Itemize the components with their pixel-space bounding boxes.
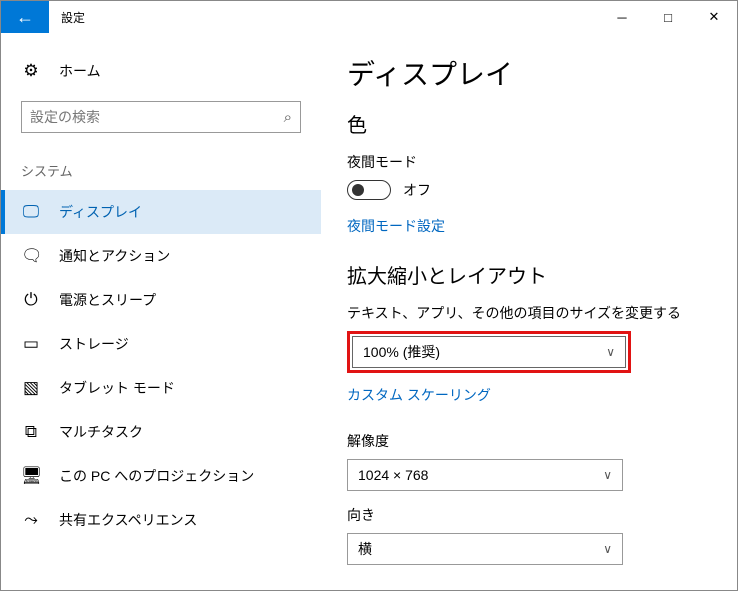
- back-button[interactable]: ←: [1, 1, 49, 33]
- resolution-dropdown[interactable]: 1024 × 768 ∨: [347, 459, 623, 491]
- main-content: ディスプレイ 色 夜間モード オフ 夜間モード設定 拡大縮小とレイアウト テキス…: [321, 33, 737, 590]
- search-box[interactable]: ⌕: [21, 101, 301, 133]
- sidebar-item-notifications[interactable]: 🗨 通知とアクション: [1, 234, 321, 278]
- sidebar-item-multitask[interactable]: ⧉ マルチタスク: [1, 410, 321, 454]
- share-icon: ⤳: [21, 510, 41, 530]
- sidebar-item-projection[interactable]: 🖥 この PC へのプロジェクション: [1, 454, 321, 498]
- close-button[interactable]: ✕: [691, 1, 737, 33]
- chevron-down-icon: ∨: [603, 468, 612, 482]
- titlebar: ← 設定 ─ □ ✕: [1, 1, 737, 33]
- notifications-icon: 🗨: [21, 246, 41, 266]
- night-light-settings-link[interactable]: 夜間モード設定: [347, 216, 445, 236]
- resolution-value: 1024 × 768: [358, 467, 428, 483]
- scale-dropdown[interactable]: 100% (推奨) ∨: [352, 336, 626, 368]
- scale-value: 100% (推奨): [363, 342, 440, 362]
- orientation-dropdown[interactable]: 横 ∨: [347, 533, 623, 565]
- sidebar-item-label: 共有エクスペリエンス: [59, 510, 197, 530]
- maximize-button[interactable]: □: [645, 1, 691, 33]
- sidebar-item-label: この PC へのプロジェクション: [59, 466, 254, 486]
- sidebar-item-storage[interactable]: ▭ ストレージ: [1, 322, 321, 366]
- power-icon: ⏻: [21, 290, 41, 310]
- sidebar-item-label: ディスプレイ: [59, 202, 142, 222]
- projection-icon: 🖥: [21, 466, 41, 486]
- scale-heading: 拡大縮小とレイアウト: [347, 260, 711, 289]
- sidebar-item-label: 通知とアクション: [59, 246, 170, 266]
- night-light-state: オフ: [403, 180, 431, 200]
- arrow-left-icon: ←: [16, 7, 34, 28]
- sidebar-item-label: タブレット モード: [59, 378, 175, 398]
- display-icon: 🖵: [21, 202, 41, 222]
- night-light-toggle[interactable]: [347, 180, 391, 200]
- window-title: 設定: [49, 1, 85, 33]
- scale-highlight: 100% (推奨) ∨: [347, 331, 631, 373]
- sidebar-item-label: 電源とスリープ: [59, 290, 156, 310]
- sidebar-item-label: マルチタスク: [59, 422, 143, 442]
- scale-label: テキスト、アプリ、その他の項目のサイズを変更する: [347, 303, 711, 323]
- color-heading: 色: [347, 109, 711, 138]
- resolution-label: 解像度: [347, 431, 711, 451]
- sidebar-item-tablet[interactable]: ▧ タブレット モード: [1, 366, 321, 410]
- sidebar-item-shared[interactable]: ⤳ 共有エクスペリエンス: [1, 498, 321, 542]
- sidebar-item-label: ストレージ: [59, 334, 129, 354]
- multitask-icon: ⧉: [21, 422, 41, 442]
- search-input[interactable]: [30, 109, 284, 125]
- home-link[interactable]: ⚙ ホーム: [1, 53, 321, 89]
- sidebar: ⚙ ホーム ⌕ システム 🖵 ディスプレイ 🗨 通知とアクション ⏻ 電源とスリ…: [1, 33, 321, 590]
- sidebar-group-label: システム: [1, 133, 321, 190]
- orientation-label: 向き: [347, 505, 711, 525]
- storage-icon: ▭: [21, 334, 41, 354]
- sidebar-item-power[interactable]: ⏻ 電源とスリープ: [1, 278, 321, 322]
- home-label: ホーム: [59, 61, 101, 81]
- sidebar-item-display[interactable]: 🖵 ディスプレイ: [1, 190, 321, 234]
- night-light-label: 夜間モード: [347, 152, 711, 172]
- chevron-down-icon: ∨: [603, 542, 612, 556]
- gear-icon: ⚙: [21, 61, 41, 81]
- custom-scaling-link[interactable]: カスタム スケーリング: [347, 385, 491, 405]
- page-title: ディスプレイ: [347, 53, 711, 93]
- window-controls: ─ □ ✕: [599, 1, 737, 33]
- minimize-button[interactable]: ─: [599, 1, 645, 33]
- search-icon: ⌕: [284, 109, 292, 126]
- tablet-icon: ▧: [21, 378, 41, 398]
- sidebar-nav: 🖵 ディスプレイ 🗨 通知とアクション ⏻ 電源とスリープ ▭ ストレージ ▧ …: [1, 190, 321, 542]
- orientation-value: 横: [358, 539, 372, 559]
- chevron-down-icon: ∨: [606, 345, 615, 359]
